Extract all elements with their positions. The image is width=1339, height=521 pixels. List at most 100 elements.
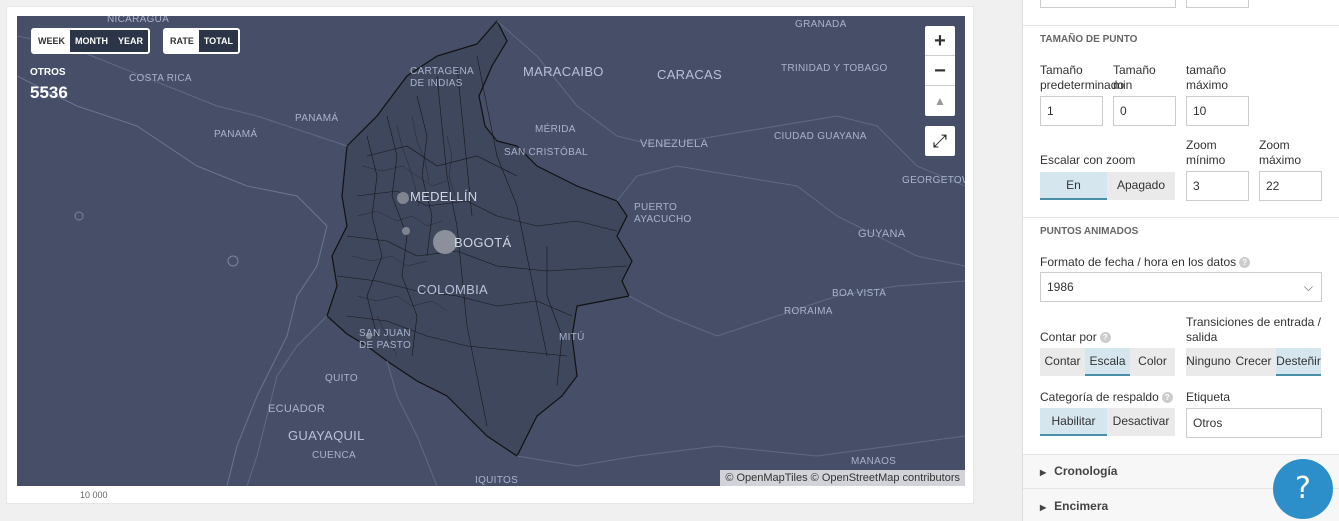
caret-right-icon: ▶ xyxy=(1040,468,1047,477)
place-san-juan: SAN JUAN DE PASTO xyxy=(359,328,412,351)
place-guayaquil: GUAYAQUIL xyxy=(288,428,365,443)
transition-fade[interactable]: Desteñir xyxy=(1276,348,1321,376)
place-colombia: COLOMBIA xyxy=(417,282,489,297)
zoom-out-button[interactable]: − xyxy=(925,56,955,86)
place-granada: GRANADA xyxy=(795,19,847,30)
caret-right-icon: ▶ xyxy=(1040,503,1047,512)
time-granularity-toggle: WEEK MONTH YEAR xyxy=(31,28,151,54)
help-icon[interactable]: ? xyxy=(1099,332,1111,344)
min-size-input[interactable]: 0 xyxy=(1113,96,1176,126)
place-roraima: RORAIMA xyxy=(784,306,833,317)
fallback-label: Categoría de respaldo xyxy=(1040,390,1159,404)
map-geometry xyxy=(17,16,965,486)
place-boa-vista: BOA VISTA xyxy=(832,288,887,299)
map[interactable]: NICARAGUA COSTA RICA PANAMÁ PANAMÁ CARTA… xyxy=(17,16,965,486)
count-value: 5536 xyxy=(30,83,68,102)
place-puerto-ayacucho: PUERTO AYACUCHO xyxy=(634,202,692,225)
place-panama-city: PANAMÁ xyxy=(295,113,339,124)
rate-button[interactable]: RATE xyxy=(165,30,199,52)
chevron-down-icon: ⌵ xyxy=(1303,280,1313,294)
year-button[interactable]: YEAR xyxy=(113,30,149,52)
place-panama: PANAMÁ xyxy=(214,129,258,140)
place-manaos: MANAOS xyxy=(851,456,897,467)
scale-off-button[interactable]: Apagado xyxy=(1107,172,1175,200)
place-iquitos: IQUITOS xyxy=(475,475,519,486)
visualization-area: NICARAGUA COSTA RICA PANAMÁ PANAMÁ CARTA… xyxy=(0,0,1022,521)
settings-panel: TAMAÑO DE PUNTO Tamaño predeterminado Ta… xyxy=(1022,0,1339,521)
date-format-label: Formato de fecha / hora en los datos xyxy=(1040,255,1237,269)
mode-toggle: RATE TOTAL xyxy=(163,28,241,54)
place-cuenca: CUENCA xyxy=(312,450,357,461)
tag-label: Etiqueta xyxy=(1186,390,1231,404)
section-point-size: TAMAÑO DE PUNTO Tamaño predeterminado Ta… xyxy=(1023,26,1339,218)
date-format-select[interactable]: 1986 ⌵ xyxy=(1040,272,1322,302)
scale-zoom-toggle: En Apagado xyxy=(1040,172,1175,200)
zoom-min-input[interactable]: 3 xyxy=(1186,171,1249,201)
zoom-max-input[interactable]: 22 xyxy=(1259,171,1322,201)
date-format-label-row: Formato de fecha / hora en los datos? xyxy=(1040,255,1251,270)
compass-north-icon[interactable]: ▲ xyxy=(925,86,955,116)
place-medellin: MEDELLÍN xyxy=(410,189,478,204)
place-san-cristobal: SAN CRISTÓBAL xyxy=(504,147,588,158)
place-ecuador: ECUADOR xyxy=(268,403,326,415)
fallback-label-row: Categoría de respaldo? xyxy=(1040,390,1173,405)
date-format-value: 1986 xyxy=(1047,280,1074,294)
default-size-input[interactable]: 1 xyxy=(1040,96,1103,126)
transitions-toggle: Ninguno Crecer Desteñir xyxy=(1186,348,1321,376)
zoom-in-button[interactable]: + xyxy=(925,26,955,56)
month-button[interactable]: MONTH xyxy=(70,30,113,52)
help-icon[interactable]: ? xyxy=(1239,257,1251,269)
place-georgetown: GEORGETOW xyxy=(902,175,965,186)
max-size-label: tamaño máximo xyxy=(1186,63,1229,92)
place-trinidad: TRINIDAD Y TOBAGO xyxy=(781,63,888,74)
place-costa-rica: COSTA RICA xyxy=(129,73,192,84)
place-merida: MÉRIDA xyxy=(535,124,576,135)
place-quito: QUITO xyxy=(325,373,358,384)
place-caracas: CARACAS xyxy=(657,67,722,82)
fallback-toggle: Habilitar Desactivar xyxy=(1040,408,1175,436)
zoom-control: + − ▲ xyxy=(925,26,955,116)
tag-input[interactable]: Otros xyxy=(1186,408,1322,438)
timeline-label: Cronología xyxy=(1054,464,1118,478)
timeline-toggle[interactable]: ▶ Cronología xyxy=(1040,464,1117,478)
place-venezuela: VENEZUELA xyxy=(640,138,709,150)
max-size-input[interactable]: 10 xyxy=(1186,96,1249,126)
transition-none[interactable]: Ninguno xyxy=(1186,348,1231,376)
total-button[interactable]: TOTAL xyxy=(198,30,239,52)
zoom-min-label: Zoom mínimo xyxy=(1186,138,1226,167)
map-attribution[interactable]: © OpenMapTiles © OpenStreetMap contribut… xyxy=(720,470,965,486)
fullscreen-icon[interactable]: ⤢ xyxy=(925,126,955,156)
animated-title: PUNTOS ANIMADOS xyxy=(1040,226,1139,237)
place-bogota: BOGOTÁ xyxy=(454,235,512,250)
count-by-label: Contar por xyxy=(1040,330,1097,344)
count-by-scale[interactable]: Escala xyxy=(1085,348,1130,376)
place-guyana: GUYANA xyxy=(858,228,906,240)
help-button[interactable]: ? xyxy=(1273,459,1333,519)
count-by-toggle: Contar Escala Color xyxy=(1040,348,1175,376)
week-button[interactable]: WEEK xyxy=(33,30,70,52)
fallback-disable[interactable]: Desactivar xyxy=(1107,408,1175,436)
bubble-medellin xyxy=(397,192,409,204)
top-toggle[interactable]: ▶ Encimera xyxy=(1040,499,1108,513)
transition-grow[interactable]: Crecer xyxy=(1231,348,1276,376)
count-by-label-row: Contar por? xyxy=(1040,330,1111,345)
fallback-enable[interactable]: Habilitar xyxy=(1040,408,1107,436)
place-cartagena: CARTAGENA DE INDIAS xyxy=(410,66,474,89)
place-ciudad-guayana: CIUDAD GUAYANA xyxy=(774,131,867,142)
count-by-count[interactable]: Contar xyxy=(1040,348,1085,376)
top-label: Encimera xyxy=(1054,499,1109,513)
default-size-label: Tamaño predeterminado xyxy=(1040,63,1125,92)
point-size-title: TAMAÑO DE PUNTO xyxy=(1040,34,1138,45)
scale-on-button[interactable]: En xyxy=(1040,172,1107,200)
transitions-label: Transiciones de entrada / salida xyxy=(1186,315,1321,344)
place-mitu: MITÚ xyxy=(559,332,585,343)
zoom-max-label: Zoom máximo xyxy=(1259,138,1302,167)
place-nicaragua: NICARAGUA xyxy=(107,16,170,25)
count-by-color[interactable]: Color xyxy=(1130,348,1175,376)
scale-zoom-label: Escalar con zoom xyxy=(1040,153,1136,167)
min-size-label: Tamaño min xyxy=(1113,63,1156,92)
place-maracaibo: MARACAIBO xyxy=(523,64,604,79)
axis-stub-label: 10 000 xyxy=(80,490,108,500)
count-label: OTROS xyxy=(30,67,66,78)
help-icon[interactable]: ? xyxy=(1161,392,1173,404)
